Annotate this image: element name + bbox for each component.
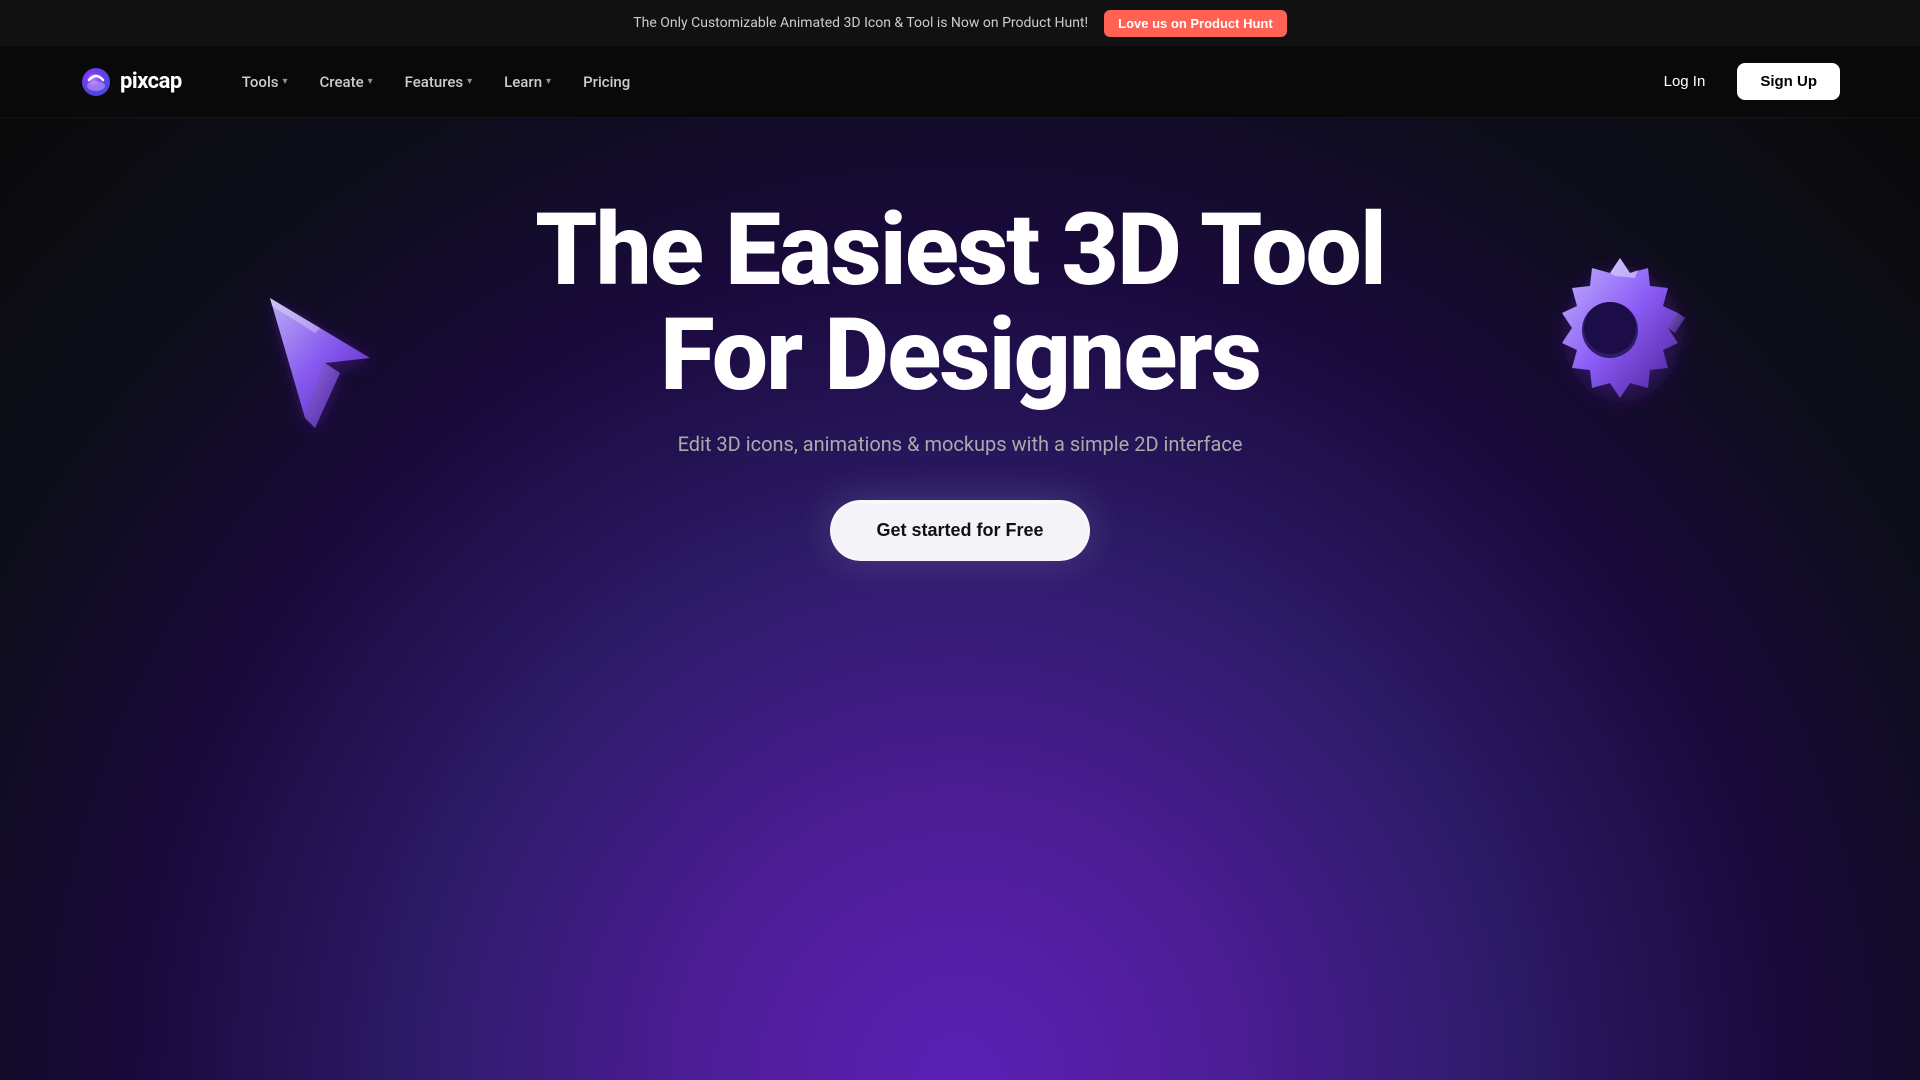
hero-title: The Easiest 3D Tool For Designers: [535, 198, 1385, 408]
nav-item-features[interactable]: Features ▾: [393, 65, 485, 99]
hero-title-line1: The Easiest 3D Tool: [535, 192, 1385, 309]
3d-arrow-icon: [240, 278, 400, 438]
nav-item-tools[interactable]: Tools ▾: [230, 65, 300, 99]
navbar-right: Log In Sign Up: [1648, 63, 1840, 100]
logo-text: pixcap: [120, 69, 182, 94]
features-chevron-icon: ▾: [467, 76, 472, 87]
navbar: pixcap Tools ▾ Create ▾ Features ▾ Learn…: [0, 46, 1920, 118]
navbar-left: pixcap Tools ▾ Create ▾ Features ▾ Learn…: [80, 65, 642, 99]
signup-button[interactable]: Sign Up: [1737, 63, 1840, 100]
logo[interactable]: pixcap: [80, 66, 182, 98]
nav-features-label: Features: [405, 73, 463, 91]
product-hunt-button[interactable]: Love us on Product Hunt: [1104, 10, 1287, 37]
nav-item-learn[interactable]: Learn ▾: [492, 65, 563, 99]
nav-links: Tools ▾ Create ▾ Features ▾ Learn ▾ Pric…: [230, 65, 643, 99]
nav-learn-label: Learn: [504, 73, 542, 91]
announcement-text: The Only Customizable Animated 3D Icon &…: [633, 15, 1088, 31]
learn-chevron-icon: ▾: [546, 76, 551, 87]
3d-gear-icon: [1520, 248, 1700, 428]
nav-tools-label: Tools: [242, 73, 279, 91]
hero-title-line2: For Designers: [660, 297, 1260, 414]
tools-chevron-icon: ▾: [282, 76, 287, 87]
hero-section: The Easiest 3D Tool For Designers Edit 3…: [0, 118, 1920, 1080]
deco-gear-right: [1520, 248, 1700, 432]
login-button[interactable]: Log In: [1648, 65, 1722, 98]
nav-pricing-label: Pricing: [583, 73, 630, 91]
hero-subtitle: Edit 3D icons, animations & mockups with…: [535, 432, 1385, 456]
logo-icon: [80, 66, 112, 98]
create-chevron-icon: ▾: [368, 76, 373, 87]
nav-item-create[interactable]: Create ▾: [308, 65, 385, 99]
hero-content: The Easiest 3D Tool For Designers Edit 3…: [535, 198, 1385, 561]
announcement-bar: The Only Customizable Animated 3D Icon &…: [0, 0, 1920, 46]
nav-item-pricing[interactable]: Pricing: [571, 65, 642, 99]
cta-button[interactable]: Get started for Free: [830, 500, 1089, 561]
nav-create-label: Create: [320, 73, 364, 91]
deco-arrow-left: [240, 278, 400, 442]
